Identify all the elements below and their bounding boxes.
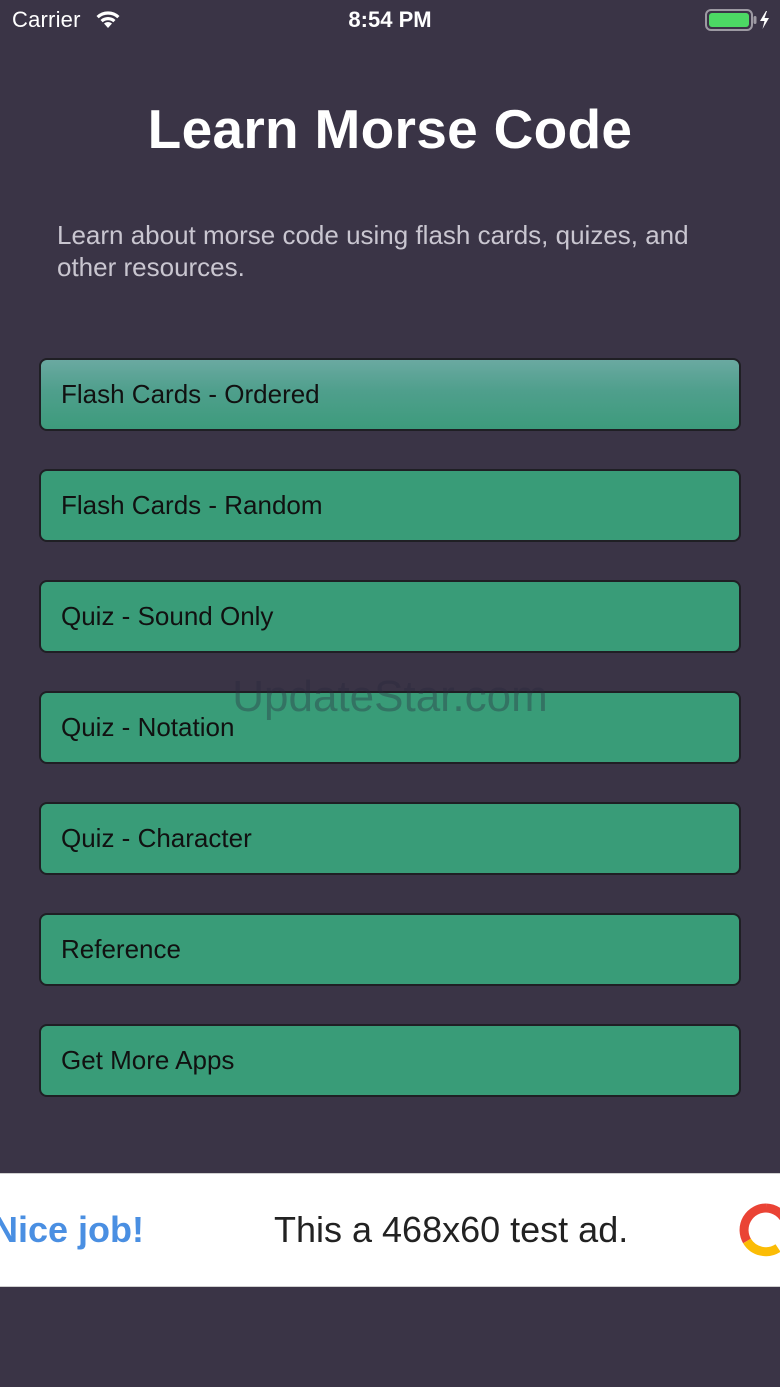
quiz-character-button[interactable]: Quiz - Character [39, 802, 741, 875]
quiz-notation-button[interactable]: Quiz - Notation [39, 691, 741, 764]
ad-banner[interactable]: Nice job! This a 468x60 test ad. [0, 1173, 780, 1287]
page-title: Learn Morse Code [147, 98, 633, 160]
flash-cards-random-button[interactable]: Flash Cards - Random [39, 469, 741, 542]
flash-cards-ordered-button[interactable]: Flash Cards - Ordered [39, 358, 741, 431]
ad-text: This a 468x60 test ad. [274, 1209, 629, 1250]
status-time: 8:54 PM [348, 7, 432, 32]
reference-button[interactable]: Reference [39, 913, 741, 986]
ad-headline: Nice job! [0, 1209, 145, 1250]
ad-logo-icon [738, 1202, 780, 1258]
quiz-sound-only-button[interactable]: Quiz - Sound Only [39, 580, 741, 653]
battery-icon [705, 9, 773, 31]
page-subtitle: Learn about morse code using flash cards… [57, 220, 689, 282]
main-menu: Flash Cards - Ordered Flash Cards - Rand… [39, 358, 741, 1135]
status-bar: Carrier 8:54 PM [0, 0, 780, 40]
get-more-apps-button[interactable]: Get More Apps [39, 1024, 741, 1097]
charging-bolt-icon [760, 11, 769, 29]
